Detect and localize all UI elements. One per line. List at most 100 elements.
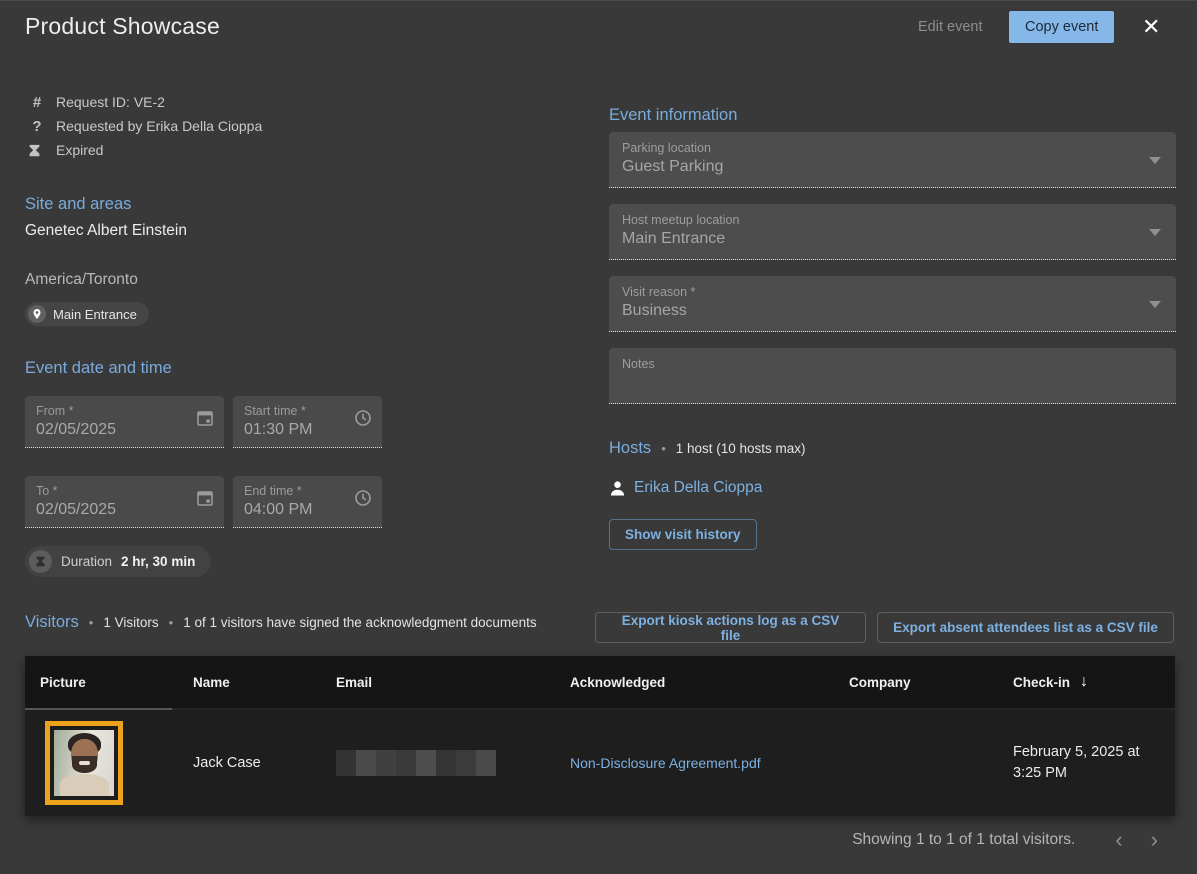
visitor-photo[interactable] — [45, 721, 123, 805]
visitors-signed-text: 1 of 1 visitors have signed the acknowle… — [183, 615, 536, 630]
area-badge-label: Main Entrance — [53, 307, 137, 322]
bullet-separator: • — [169, 615, 174, 630]
table-footer: Showing 1 to 1 of 1 total visitors. ‹ › — [0, 827, 1172, 853]
event-info-heading: Event information — [609, 106, 737, 125]
parking-location-value: Guest Parking — [622, 158, 1163, 176]
checkin-value: February 5, 2025 at 3:25 PM — [1013, 742, 1168, 784]
hourglass-icon — [29, 550, 52, 573]
bullet-separator: • — [89, 615, 94, 630]
request-id-row: # Request ID: VE-2 — [28, 92, 262, 112]
visitors-table: Picture Name Email Acknowledged Company … — [25, 656, 1175, 816]
column-header-company[interactable]: Company — [834, 675, 998, 690]
email-cell — [321, 750, 555, 776]
from-label: From * — [36, 404, 213, 418]
clock-icon[interactable] — [354, 409, 372, 427]
notes-placeholder: Notes — [622, 357, 1163, 371]
previous-page-icon[interactable]: ‹ — [1101, 827, 1136, 853]
status-text: Expired — [56, 142, 103, 158]
hosts-count-text: 1 host (10 hosts max) — [676, 441, 806, 456]
visitor-row[interactable]: Jack Case Non-Disclosure Agreement.pdf F… — [25, 710, 1175, 816]
column-header-picture[interactable]: Picture — [25, 675, 178, 690]
calendar-icon[interactable] — [196, 409, 214, 427]
picture-cell — [25, 721, 178, 805]
clock-icon[interactable] — [354, 489, 372, 507]
calendar-icon[interactable] — [196, 489, 214, 507]
duration-label: Duration — [61, 554, 112, 569]
end-time-value: 04:00 PM — [244, 501, 371, 519]
request-meta: # Request ID: VE-2 ? Requested by Erika … — [28, 92, 262, 160]
hosts-heading: Hosts — [609, 439, 651, 458]
acknowledged-document-link[interactable]: Non-Disclosure Agreement.pdf — [570, 755, 761, 771]
location-pin-icon — [28, 305, 46, 323]
host-item[interactable]: Erika Della Cioppa — [609, 479, 762, 497]
requested-by-text: Requested by Erika Della Cioppa — [56, 118, 262, 134]
edit-event-button[interactable]: Edit event — [918, 19, 983, 35]
host-meetup-value: Main Entrance — [622, 230, 1163, 248]
column-header-name[interactable]: Name — [178, 675, 321, 690]
checkin-header-label: Check-in — [1013, 675, 1070, 690]
host-meetup-label: Host meetup location — [622, 213, 1163, 227]
start-time-field[interactable]: Start time * 01:30 PM — [233, 396, 382, 448]
chevron-down-icon — [1149, 229, 1161, 236]
start-time-value: 01:30 PM — [244, 421, 371, 439]
export-kiosk-log-button[interactable]: Export kiosk actions log as a CSV file — [595, 612, 866, 643]
copy-event-button[interactable]: Copy event — [1009, 11, 1114, 43]
event-datetime-heading: Event date and time — [25, 359, 172, 378]
visitors-section-header: Visitors • 1 Visitors • 1 of 1 visitors … — [25, 613, 537, 632]
to-value: 02/05/2025 — [36, 501, 213, 519]
export-absent-list-button[interactable]: Export absent attendees list as a CSV fi… — [877, 612, 1174, 643]
visit-reason-select[interactable]: Visit reason * Business — [609, 276, 1176, 332]
end-time-field[interactable]: End time * 04:00 PM — [233, 476, 382, 528]
question-icon: ? — [28, 118, 46, 135]
visitors-table-header: Picture Name Email Acknowledged Company … — [25, 656, 1175, 708]
hourglass-icon — [28, 143, 46, 158]
site-name: Genetec Albert Einstein — [25, 222, 187, 240]
requested-by-row: ? Requested by Erika Della Cioppa — [28, 116, 262, 136]
column-header-checkin[interactable]: Check-in ↓ — [998, 673, 1175, 691]
acknowledged-cell: Non-Disclosure Agreement.pdf — [555, 755, 834, 772]
visitor-photo-image — [54, 730, 114, 796]
page-title: Product Showcase — [25, 13, 220, 40]
event-details-dialog: Product Showcase Edit event Copy event ✕… — [0, 0, 1197, 874]
from-date-field[interactable]: From * 02/05/2025 — [25, 396, 224, 448]
column-header-acknowledged[interactable]: Acknowledged — [555, 675, 834, 690]
sort-descending-icon[interactable]: ↓ — [1080, 673, 1088, 691]
redacted-email — [336, 750, 496, 776]
visitors-heading: Visitors — [25, 613, 79, 632]
bullet-separator: • — [661, 441, 666, 456]
site-timezone: America/Toronto — [25, 271, 138, 289]
duration-badge: Duration 2 hr, 30 min — [25, 546, 211, 577]
to-label: To * — [36, 484, 213, 498]
notes-field[interactable]: Notes — [609, 348, 1176, 404]
start-time-label: Start time * — [244, 404, 371, 418]
to-date-field[interactable]: To * 02/05/2025 — [25, 476, 224, 528]
chevron-down-icon — [1149, 301, 1161, 308]
person-icon — [609, 480, 626, 497]
host-meetup-select[interactable]: Host meetup location Main Entrance — [609, 204, 1176, 260]
hash-icon: # — [28, 94, 46, 111]
hosts-section-header: Hosts • 1 host (10 hosts max) — [609, 439, 806, 458]
visit-reason-label: Visit reason * — [622, 285, 1163, 299]
site-areas-heading: Site and areas — [25, 195, 131, 214]
photo-shirt-shape — [60, 774, 109, 796]
visit-reason-value: Business — [622, 302, 1163, 320]
column-header-email[interactable]: Email — [321, 675, 555, 690]
name-cell: Jack Case — [178, 755, 321, 771]
duration-value: 2 hr, 30 min — [121, 554, 195, 569]
photo-mouth-shape — [79, 761, 90, 765]
parking-location-label: Parking location — [622, 141, 1163, 155]
from-value: 02/05/2025 — [36, 421, 213, 439]
checkin-cell: February 5, 2025 at 3:25 PM — [998, 742, 1175, 784]
show-visit-history-button[interactable]: Show visit history — [609, 519, 757, 550]
chevron-down-icon — [1149, 157, 1161, 164]
request-id-text: Request ID: VE-2 — [56, 94, 165, 110]
host-name-link[interactable]: Erika Della Cioppa — [634, 479, 762, 497]
next-page-icon[interactable]: › — [1137, 827, 1172, 853]
end-time-label: End time * — [244, 484, 371, 498]
visitors-count-text: 1 Visitors — [103, 615, 158, 630]
parking-location-select[interactable]: Parking location Guest Parking — [609, 132, 1176, 188]
pagination-summary: Showing 1 to 1 of 1 total visitors. — [852, 831, 1075, 849]
close-icon[interactable]: ✕ — [1142, 12, 1160, 42]
area-badge: Main Entrance — [25, 302, 149, 326]
status-row: Expired — [28, 140, 262, 160]
